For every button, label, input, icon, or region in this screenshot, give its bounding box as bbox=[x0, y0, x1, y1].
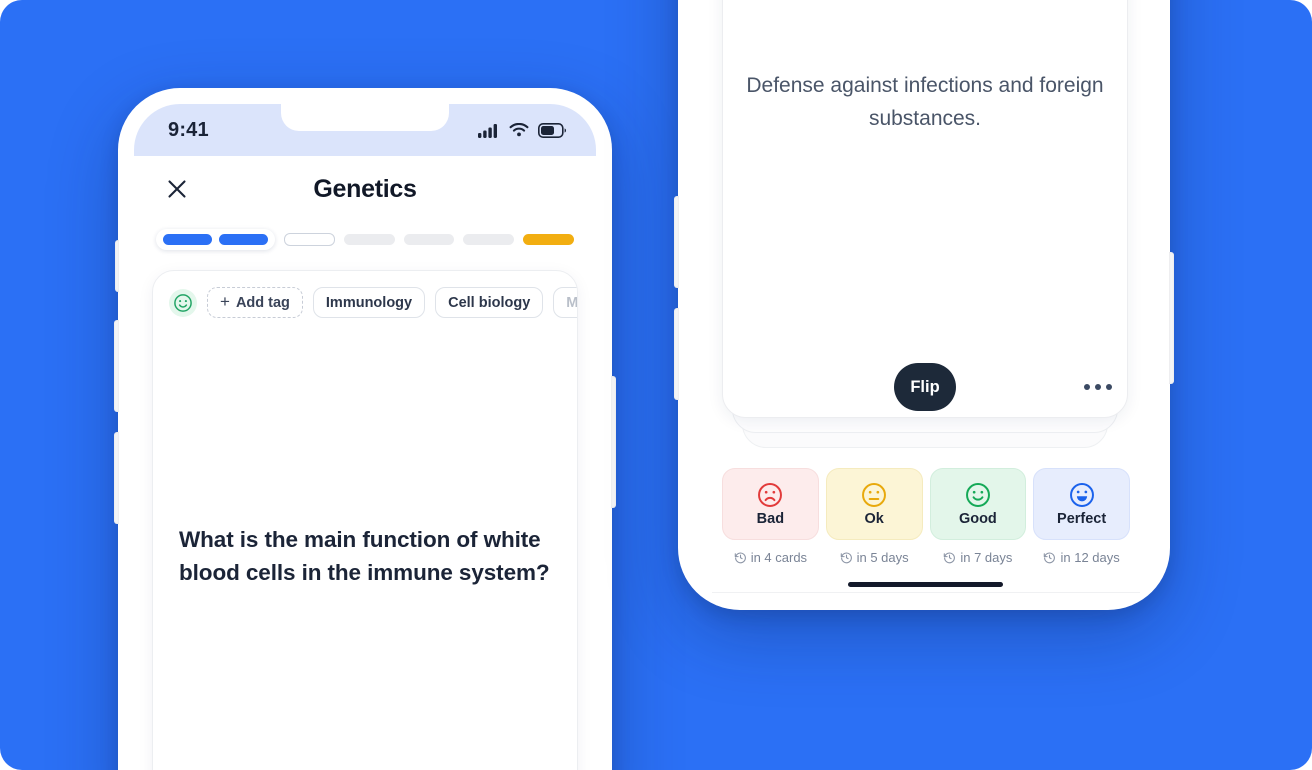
close-button[interactable] bbox=[160, 172, 194, 206]
plus-icon: + bbox=[220, 292, 230, 311]
home-indicator bbox=[848, 582, 1003, 587]
status-bar-icons bbox=[478, 122, 566, 138]
close-icon bbox=[168, 180, 186, 198]
tag-chip-overflow[interactable]: Mo bbox=[553, 287, 577, 318]
clock-rewind-icon bbox=[840, 552, 852, 564]
progress-completed-group bbox=[156, 228, 275, 250]
answer-text: Defense against infections and foreign s… bbox=[746, 74, 1104, 130]
add-tag-label: Add tag bbox=[235, 294, 290, 311]
progress-segment-filled[interactable] bbox=[219, 233, 268, 245]
smiling-face-icon bbox=[965, 483, 990, 507]
phone-silent-switch[interactable] bbox=[115, 240, 119, 292]
rating-column-bad: Bad in 4 cards bbox=[722, 468, 819, 565]
rating-label-perfect: Perfect bbox=[1057, 511, 1107, 527]
flip-row: Flip bbox=[742, 363, 1112, 411]
smiley-face-icon bbox=[174, 293, 192, 312]
question-text: What is the main function of white blood… bbox=[179, 527, 550, 586]
rating-button-bad[interactable]: Bad bbox=[722, 468, 819, 540]
rating-schedule-text-bad: in 4 cards bbox=[750, 550, 808, 565]
rating-schedule-ok: in 5 days bbox=[840, 550, 909, 565]
frowning-face-icon bbox=[758, 483, 783, 507]
phone-power-button[interactable] bbox=[611, 376, 616, 508]
progress-segment-empty[interactable] bbox=[403, 233, 455, 245]
status-bar-time: 9:41 bbox=[168, 118, 209, 141]
rating-button-good[interactable]: Good bbox=[929, 468, 1027, 540]
rating-button-ok[interactable]: Ok bbox=[825, 468, 923, 540]
battery-icon bbox=[538, 122, 566, 138]
phone-volume-up-button[interactable] bbox=[674, 196, 679, 288]
phone-volume-up-button[interactable] bbox=[114, 320, 119, 412]
rating-label-ok: Ok bbox=[864, 511, 884, 527]
tag-chip-immunology[interactable]: Immunology bbox=[312, 287, 426, 318]
rating-column-ok: Ok in 5 days bbox=[825, 468, 923, 565]
progress-indicator bbox=[134, 222, 596, 256]
rating-label-bad: Bad bbox=[756, 511, 785, 527]
phone-volume-down-button[interactable] bbox=[114, 432, 119, 524]
mood-button[interactable] bbox=[169, 288, 197, 317]
phone-power-button[interactable] bbox=[1169, 252, 1174, 384]
rating-schedule-bad: in 4 cards bbox=[734, 550, 807, 565]
rating-schedule-perfect: in 12 days bbox=[1043, 550, 1120, 565]
phone-notch bbox=[281, 104, 449, 131]
navigation-bar: Genetics bbox=[134, 156, 596, 222]
rating-column-perfect: Perfect in 12 days bbox=[1033, 468, 1130, 565]
rating-schedule-good: in 7 days bbox=[943, 550, 1012, 565]
cellular-signal-icon bbox=[478, 123, 497, 138]
left-phone-screen: 9:41 Genetics + Add tag Immunology Cell … bbox=[134, 104, 596, 770]
progress-segment-filled[interactable] bbox=[163, 233, 212, 245]
clock-rewind-icon bbox=[1044, 552, 1056, 564]
rating-schedule-text-good: in 7 days bbox=[960, 550, 1013, 565]
rating-schedule-text-perfect: in 12 days bbox=[1060, 550, 1120, 565]
tag-chip-cell-biology[interactable]: Cell biology bbox=[435, 287, 544, 318]
rating-buttons-row: Bad in 4 cards Ok in 5 days Good in 7 da… bbox=[722, 468, 1130, 565]
page-title: Genetics bbox=[313, 174, 417, 203]
rating-button-perfect[interactable]: Perfect bbox=[1033, 468, 1130, 540]
progress-segment-empty[interactable] bbox=[343, 233, 395, 245]
clock-rewind-icon bbox=[944, 552, 956, 564]
flip-button[interactable]: Flip bbox=[894, 363, 956, 411]
left-phone-device: 9:41 Genetics + Add tag Immunology Cell … bbox=[114, 88, 616, 770]
wifi-icon bbox=[509, 122, 529, 136]
rating-label-good: Good bbox=[958, 511, 997, 527]
progress-segment-current[interactable] bbox=[284, 232, 335, 246]
more-options-button[interactable] bbox=[1074, 374, 1122, 400]
rating-column-good: Good in 7 days bbox=[929, 468, 1027, 565]
progress-segment-empty[interactable] bbox=[463, 233, 515, 245]
rating-schedule-text-ok: in 5 days bbox=[856, 550, 909, 565]
clock-rewind-icon bbox=[734, 552, 746, 564]
tag-row: + Add tag Immunology Cell biology Mo bbox=[153, 271, 577, 318]
app-mockup-stage: 9:41 Genetics + Add tag Immunology Cell … bbox=[0, 0, 1312, 770]
answer-flashcard[interactable] bbox=[722, 0, 1128, 418]
more-options-icon bbox=[1084, 384, 1090, 390]
home-hairline bbox=[712, 592, 1140, 593]
progress-segment-bonus[interactable] bbox=[523, 233, 575, 245]
neutral-face-icon bbox=[862, 483, 887, 507]
more-options-icon bbox=[1106, 384, 1112, 390]
more-options-icon bbox=[1095, 384, 1101, 390]
grinning-face-icon bbox=[1069, 483, 1094, 507]
add-tag-button[interactable]: + Add tag bbox=[207, 287, 303, 318]
phone-volume-down-button[interactable] bbox=[674, 308, 679, 400]
question-flashcard[interactable]: + Add tag Immunology Cell biology Mo Wha… bbox=[152, 270, 578, 770]
